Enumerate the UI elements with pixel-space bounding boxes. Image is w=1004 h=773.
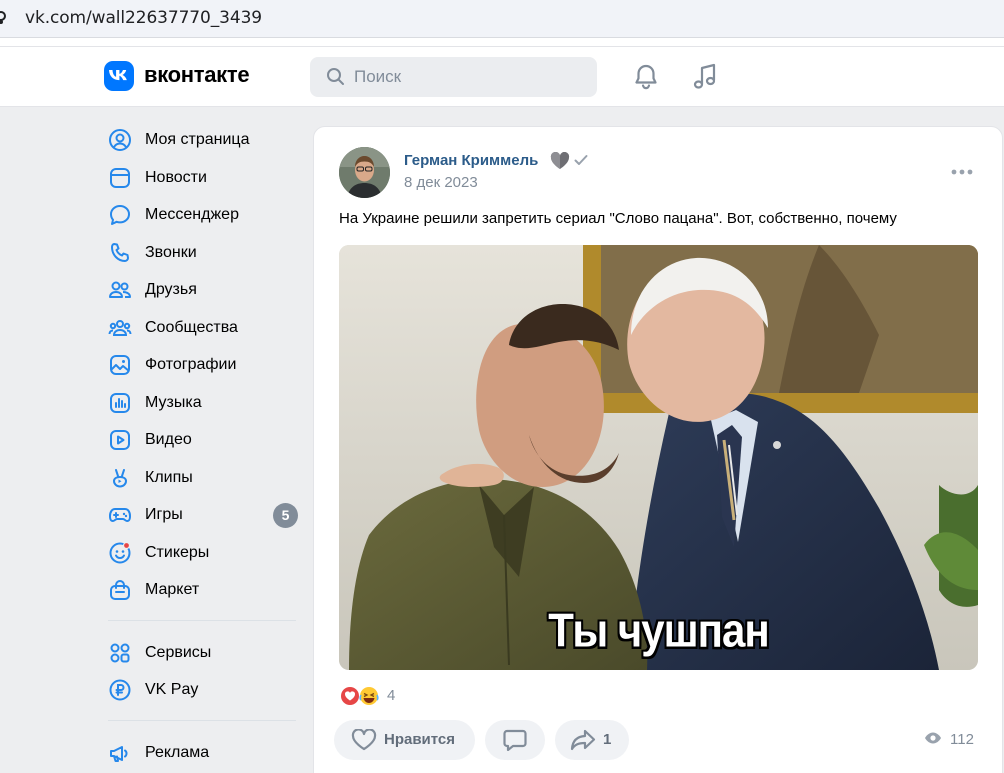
- sidebar-item-label: Звонки: [145, 243, 197, 261]
- like-button[interactable]: Нравится: [334, 720, 475, 760]
- sidebar-item-my-page[interactable]: Моя страница: [104, 120, 300, 158]
- sidebar-item-calls[interactable]: Звонки: [104, 233, 300, 271]
- sidebar-item-friends[interactable]: Друзья: [104, 270, 300, 308]
- sidebar-divider: [108, 619, 296, 621]
- sidebar-item-label: Реклама: [145, 743, 210, 761]
- vk-logo-icon[interactable]: [104, 61, 134, 91]
- friends-icon: [109, 281, 131, 298]
- search-input[interactable]: [354, 65, 584, 89]
- checkmark-icon: [574, 155, 588, 165]
- sidebar-item-games[interactable]: Игры 5: [104, 495, 300, 533]
- grey-heart-icon: [550, 152, 570, 169]
- sidebar-item-label: Маркет: [145, 581, 200, 598]
- sidebar-item-video[interactable]: Видео: [104, 420, 300, 458]
- reaction-heart-laugh-icon: [340, 686, 379, 706]
- sidebar-item-label: Клипы: [145, 468, 193, 486]
- sidebar-item-label: VK Pay: [145, 681, 199, 698]
- post-card: Герман Криммель 8 дек 2023 На Украине ре…: [313, 126, 1003, 773]
- share-count: 1: [603, 731, 612, 748]
- sidebar-item-clips[interactable]: Клипы: [104, 458, 300, 496]
- image-caption-text: Ты чушпан: [548, 604, 769, 657]
- sidebar-item-label: Фотографии: [145, 356, 237, 373]
- more-options-icon[interactable]: [950, 168, 974, 176]
- sidebar-item-label: Новости: [145, 168, 207, 186]
- music-icon: [110, 392, 130, 413]
- sidebar-item-communities[interactable]: Сообщества: [104, 308, 300, 346]
- music-player-icon[interactable]: [692, 63, 718, 91]
- sidebar-item-label: Видео: [145, 431, 192, 448]
- sidebar-item-market[interactable]: Маркет: [104, 570, 300, 608]
- user-circle-icon: [109, 129, 131, 151]
- search-box[interactable]: [310, 57, 597, 97]
- site-info-icon[interactable]: [0, 10, 8, 26]
- clips-icon: [112, 468, 128, 487]
- photo-icon: [110, 355, 130, 375]
- views-count: 112: [950, 731, 974, 748]
- sidebar-item-vkpay[interactable]: VK Pay: [104, 670, 300, 708]
- notifications-bell-icon[interactable]: [633, 63, 659, 91]
- sidebar-item-news[interactable]: Новости: [104, 158, 300, 196]
- sidebar-item-music[interactable]: Музыка: [104, 383, 300, 421]
- brand-name[interactable]: вконтакте: [144, 62, 250, 88]
- like-label: Нравится: [384, 731, 456, 748]
- sidebar-item-label: Друзья: [145, 281, 197, 298]
- video-icon: [110, 430, 130, 450]
- sidebar-item-label: Моя страница: [145, 131, 250, 148]
- comment-button[interactable]: [485, 720, 545, 760]
- url-text[interactable]: vk.com/wall22637770_3439: [25, 8, 262, 28]
- vkpay-icon: [109, 679, 131, 701]
- sidebar-item-photos[interactable]: Фотографии: [104, 345, 300, 383]
- share-button[interactable]: 1: [555, 720, 629, 760]
- sidebar-item-label: Мессенджер: [145, 206, 239, 223]
- reactions-count[interactable]: 4: [387, 687, 395, 704]
- sidebar-item-label: Музыка: [145, 393, 202, 411]
- news-icon: [110, 167, 130, 188]
- sidebar-item-services[interactable]: Сервисы: [104, 633, 300, 671]
- browser-address-bar[interactable]: vk.com/wall22637770_3439: [0, 0, 1004, 38]
- sidebar-item-label: Сообщества: [145, 318, 238, 336]
- sidebar-divider: [108, 719, 296, 721]
- comment-icon: [503, 729, 527, 751]
- message-icon: [110, 205, 130, 225]
- reactions-summary[interactable]: [339, 684, 385, 713]
- browser-toolbar-strip: [0, 38, 1004, 47]
- post-image[interactable]: Ты чушпан: [339, 245, 978, 670]
- sidebar-item-messenger[interactable]: Мессенджер: [104, 195, 300, 233]
- search-icon: [327, 68, 344, 85]
- communities-icon: [108, 319, 132, 336]
- sidebar-item-stickers[interactable]: Стикеры: [104, 533, 300, 571]
- post-author-name[interactable]: Герман Криммель: [404, 152, 538, 169]
- left-sidebar: Моя страница Новости Мессенджер Звонки Д…: [104, 120, 300, 770]
- phone-icon: [111, 242, 129, 262]
- services-icon: [110, 643, 130, 662]
- games-counter-badge: 5: [273, 503, 298, 528]
- author-avatar[interactable]: [339, 147, 390, 198]
- post-text: На Украине решили запретить сериал "Слов…: [339, 210, 897, 227]
- sidebar-item-label: Сервисы: [145, 643, 212, 661]
- vk-header: вконтакте: [0, 47, 1004, 107]
- views-eye-icon: [925, 732, 941, 744]
- market-icon: [110, 580, 130, 600]
- sidebar-item-label: Стикеры: [145, 543, 210, 561]
- sidebar-item-ads[interactable]: Реклама: [104, 733, 300, 771]
- ads-icon: [110, 745, 128, 762]
- post-date[interactable]: 8 дек 2023: [404, 174, 478, 191]
- stickers-icon: [109, 541, 131, 563]
- games-icon: [109, 508, 131, 522]
- share-arrow-icon: [570, 729, 596, 751]
- heart-outline-icon: [351, 729, 377, 751]
- sidebar-item-label: Игры: [145, 506, 183, 523]
